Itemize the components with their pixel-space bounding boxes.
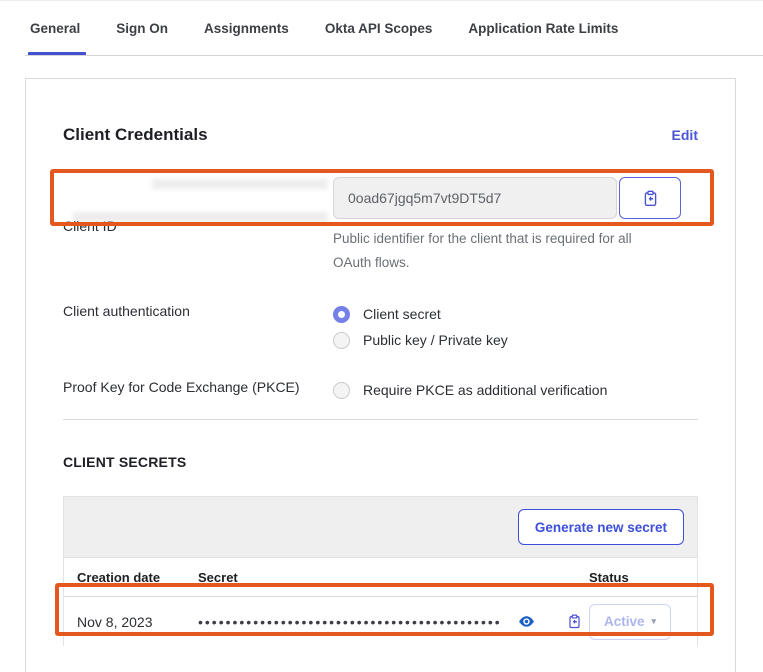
status-label: Active bbox=[604, 614, 645, 629]
header-status: Status bbox=[589, 570, 684, 585]
radio-selected-icon bbox=[333, 306, 350, 323]
client-secrets-title: CLIENT SECRETS bbox=[63, 454, 698, 470]
radio-public-private-key[interactable]: Public key / Private key bbox=[333, 327, 698, 353]
reveal-secret-button[interactable] bbox=[518, 613, 535, 630]
tab-okta-api-scopes[interactable]: Okta API Scopes bbox=[325, 1, 433, 56]
radio-unselected-icon bbox=[333, 332, 350, 349]
masked-secret-value: ••••••••••••••••••••••••••••••••••••••••… bbox=[198, 614, 502, 630]
tab-sign-on[interactable]: Sign On bbox=[116, 1, 168, 56]
pkce-option-label: Require PKCE as additional verification bbox=[363, 382, 607, 398]
okta-app-settings-page: General Sign On Assignments Okta API Sco… bbox=[0, 0, 763, 672]
tab-assignments[interactable]: Assignments bbox=[204, 1, 289, 56]
clipboard-copy-icon bbox=[642, 190, 659, 207]
header-secret: Secret bbox=[198, 570, 589, 585]
secrets-panel-header: Generate new secret bbox=[64, 497, 697, 558]
checkbox-unchecked-icon bbox=[333, 382, 350, 399]
pkce-row: Proof Key for Code Exchange (PKCE) Requi… bbox=[63, 377, 698, 403]
client-id-value-field[interactable]: 0oad67jgq5m7vt9DT5d7 bbox=[333, 177, 617, 219]
pkce-checkbox-option[interactable]: Require PKCE as additional verification bbox=[333, 377, 698, 403]
copy-client-id-button[interactable] bbox=[619, 177, 681, 219]
client-id-help-text: Public identifier for the client that is… bbox=[333, 227, 673, 275]
tab-bar: General Sign On Assignments Okta API Sco… bbox=[0, 1, 763, 56]
secret-table-row: Nov 8, 2023 ••••••••••••••••••••••••••••… bbox=[64, 597, 697, 646]
client-id-label: Client ID bbox=[63, 216, 333, 236]
secret-status-dropdown[interactable]: Active ▾ bbox=[589, 604, 671, 640]
secrets-table-header: Creation date Secret Status bbox=[64, 558, 697, 597]
radio-client-secret-label: Client secret bbox=[363, 306, 441, 322]
header-creation-date: Creation date bbox=[77, 570, 198, 585]
tab-application-rate-limits[interactable]: Application Rate Limits bbox=[468, 1, 618, 56]
eye-icon bbox=[518, 613, 535, 630]
clipboard-copy-icon bbox=[567, 614, 582, 629]
radio-client-secret[interactable]: Client secret bbox=[333, 301, 698, 327]
edit-link[interactable]: Edit bbox=[672, 127, 698, 143]
tabbar-divider bbox=[25, 55, 763, 56]
client-authentication-row: Client authentication Client secret Publ… bbox=[63, 301, 698, 353]
tab-general[interactable]: General bbox=[30, 1, 80, 56]
client-secrets-panel: Generate new secret Creation date Secret… bbox=[63, 496, 698, 646]
secret-creation-date: Nov 8, 2023 bbox=[77, 614, 198, 630]
radio-public-private-key-label: Public key / Private key bbox=[363, 332, 508, 348]
chevron-down-icon: ▾ bbox=[652, 616, 657, 627]
pkce-label: Proof Key for Code Exchange (PKCE) bbox=[63, 377, 333, 397]
client-id-row: Client ID 0oad67jgq5m7vt9DT5d7 bbox=[63, 177, 698, 275]
client-credentials-card: Client Credentials Edit Client ID 0oad67… bbox=[25, 78, 736, 672]
generate-new-secret-button[interactable]: Generate new secret bbox=[518, 509, 684, 545]
copy-secret-button[interactable] bbox=[567, 614, 582, 629]
client-authentication-label: Client authentication bbox=[63, 301, 333, 321]
section-title-client-credentials: Client Credentials bbox=[63, 125, 208, 145]
section-divider bbox=[63, 419, 698, 420]
